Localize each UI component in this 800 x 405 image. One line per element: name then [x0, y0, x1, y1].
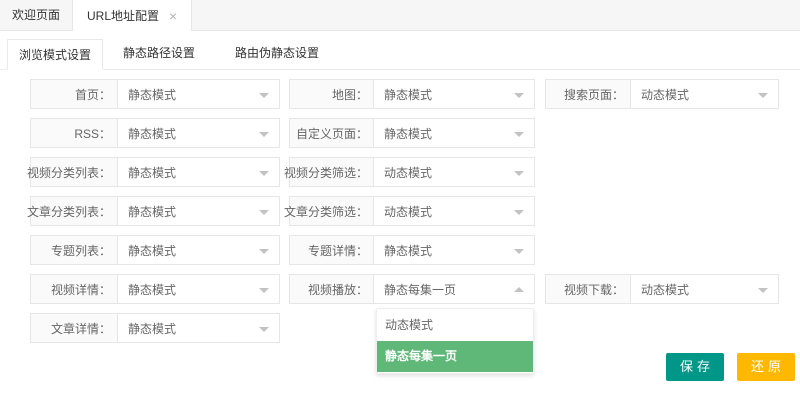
select-value: 静态模式: [128, 242, 176, 259]
chevron-down-icon: [259, 171, 269, 176]
field-article-category-filter: 文章分类筛选： 动态模式: [289, 196, 535, 226]
field-label: 文章详情：: [30, 313, 118, 343]
dropdown-option-dynamic-mode[interactable]: 动态模式: [377, 310, 533, 341]
chevron-down-icon: [259, 288, 269, 293]
chevron-down-icon: [514, 132, 524, 137]
chevron-down-icon: [514, 210, 524, 215]
select-value: 静态模式: [128, 320, 176, 337]
form-row: 视频详情： 静态模式 视频播放： 静态每集一页 动态模式 静态每集一页 视频下载…: [0, 274, 800, 304]
field-video-download: 视频下载： 动态模式: [545, 274, 779, 304]
field-video-detail: 视频详情： 静态模式: [30, 274, 280, 304]
select-rss[interactable]: 静态模式: [117, 118, 280, 148]
field-topic-list: 专题列表： 静态模式: [30, 235, 280, 265]
select-value: 动态模式: [641, 281, 689, 298]
chevron-down-icon: [514, 249, 524, 254]
sub-tabbar: 浏览模式设置 静态路径设置 路由伪静态设置: [0, 31, 800, 70]
select-video-download[interactable]: 动态模式: [630, 274, 779, 304]
form-row: 专题列表： 静态模式 专题详情： 静态模式: [0, 235, 800, 265]
select-value: 动态模式: [641, 86, 689, 103]
field-sitemap: 地图： 静态模式: [289, 79, 535, 109]
form-row: 视频分类列表： 静态模式 视频分类筛选： 动态模式: [0, 157, 800, 187]
chevron-down-icon: [259, 132, 269, 137]
select-value: 动态模式: [384, 203, 432, 220]
field-topic-detail: 专题详情： 静态模式: [289, 235, 535, 265]
form-row: 首页： 静态模式 地图： 静态模式 搜索页面： 动态模式: [0, 79, 800, 109]
field-label: 视频播放：: [289, 274, 374, 304]
select-article-category-filter[interactable]: 动态模式: [373, 196, 535, 226]
field-rss: RSS： 静态模式: [30, 118, 280, 148]
field-article-category-list: 文章分类列表： 静态模式: [30, 196, 280, 226]
field-article-detail: 文章详情： 静态模式: [30, 313, 280, 343]
select-homepage[interactable]: 静态模式: [117, 79, 280, 109]
subtab-static-path-settings[interactable]: 静态路径设置: [103, 38, 215, 69]
chevron-down-icon: [259, 210, 269, 215]
field-label: 视频下载：: [545, 274, 631, 304]
select-sitemap[interactable]: 静态模式: [373, 79, 535, 109]
field-label: 自定义页面：: [289, 118, 374, 148]
select-value: 静态模式: [128, 203, 176, 220]
chevron-down-icon: [259, 93, 269, 98]
field-video-play: 视频播放： 静态每集一页 动态模式 静态每集一页: [289, 274, 535, 304]
tab-label: URL地址配置: [87, 1, 159, 31]
subtab-route-pseudo-static-settings[interactable]: 路由伪静态设置: [215, 38, 339, 69]
select-value: 静态模式: [128, 164, 176, 181]
form-actions: 保存 还原: [666, 353, 795, 381]
field-video-category-list: 视频分类列表： 静态模式: [30, 157, 280, 187]
field-label: 搜索页面：: [545, 79, 631, 109]
field-label: 专题详情：: [289, 235, 374, 265]
select-value: 静态模式: [384, 242, 432, 259]
field-label: 视频详情：: [30, 274, 118, 304]
select-topic-detail[interactable]: 静态模式: [373, 235, 535, 265]
restore-button[interactable]: 还原: [737, 353, 795, 381]
tab-welcome-page[interactable]: 欢迎页面: [0, 0, 72, 30]
close-icon[interactable]: ×: [169, 9, 177, 23]
save-button[interactable]: 保存: [666, 353, 724, 381]
chevron-down-icon: [514, 171, 524, 176]
field-custom-page: 自定义页面： 静态模式: [289, 118, 535, 148]
select-value: 静态模式: [384, 125, 432, 142]
form-row: 文章分类列表： 静态模式 文章分类筛选： 动态模式: [0, 196, 800, 226]
select-video-category-filter[interactable]: 动态模式: [373, 157, 535, 187]
select-value: 静态每集一页: [384, 281, 456, 298]
field-video-category-filter: 视频分类筛选： 动态模式: [289, 157, 535, 187]
select-value: 静态模式: [384, 86, 432, 103]
chevron-down-icon: [514, 93, 524, 98]
window-tabbar: 欢迎页面 URL地址配置 ×: [0, 0, 800, 31]
field-label: 视频分类列表：: [30, 157, 118, 187]
select-custom-page[interactable]: 静态模式: [373, 118, 535, 148]
chevron-down-icon: [758, 93, 768, 98]
select-search-page[interactable]: 动态模式: [630, 79, 779, 109]
select-topic-list[interactable]: 静态模式: [117, 235, 280, 265]
field-label: 地图：: [289, 79, 374, 109]
select-value: 动态模式: [384, 164, 432, 181]
dropdown-option-static-per-episode[interactable]: 静态每集一页: [377, 341, 533, 372]
select-video-category-list[interactable]: 静态模式: [117, 157, 280, 187]
field-label: 视频分类筛选：: [289, 157, 374, 187]
field-label: 首页：: [30, 79, 118, 109]
select-value: 静态模式: [128, 125, 176, 142]
url-mode-form: 首页： 静态模式 地图： 静态模式 搜索页面： 动态模式 RSS： 静态模: [0, 70, 800, 343]
dropdown-panel: 动态模式 静态每集一页: [376, 308, 534, 374]
field-label: 文章分类筛选：: [289, 196, 374, 226]
chevron-up-icon: [514, 287, 524, 292]
select-value: 静态模式: [128, 281, 176, 298]
field-label: 专题列表：: [30, 235, 118, 265]
field-label: RSS：: [30, 118, 118, 148]
select-article-category-list[interactable]: 静态模式: [117, 196, 280, 226]
tab-label: 欢迎页面: [12, 0, 60, 30]
select-video-detail[interactable]: 静态模式: [117, 274, 280, 304]
chevron-down-icon: [259, 249, 269, 254]
subtab-browse-mode-settings[interactable]: 浏览模式设置: [7, 39, 103, 70]
form-row: RSS： 静态模式 自定义页面： 静态模式: [0, 118, 800, 148]
field-label: 文章分类列表：: [30, 196, 118, 226]
select-video-play[interactable]: 静态每集一页 动态模式 静态每集一页: [373, 274, 535, 304]
field-homepage: 首页： 静态模式: [30, 79, 280, 109]
field-search-page: 搜索页面： 动态模式: [545, 79, 779, 109]
chevron-down-icon: [758, 288, 768, 293]
select-value: 静态模式: [128, 86, 176, 103]
chevron-down-icon: [259, 327, 269, 332]
tab-url-config[interactable]: URL地址配置 ×: [72, 0, 192, 31]
select-article-detail[interactable]: 静态模式: [117, 313, 280, 343]
